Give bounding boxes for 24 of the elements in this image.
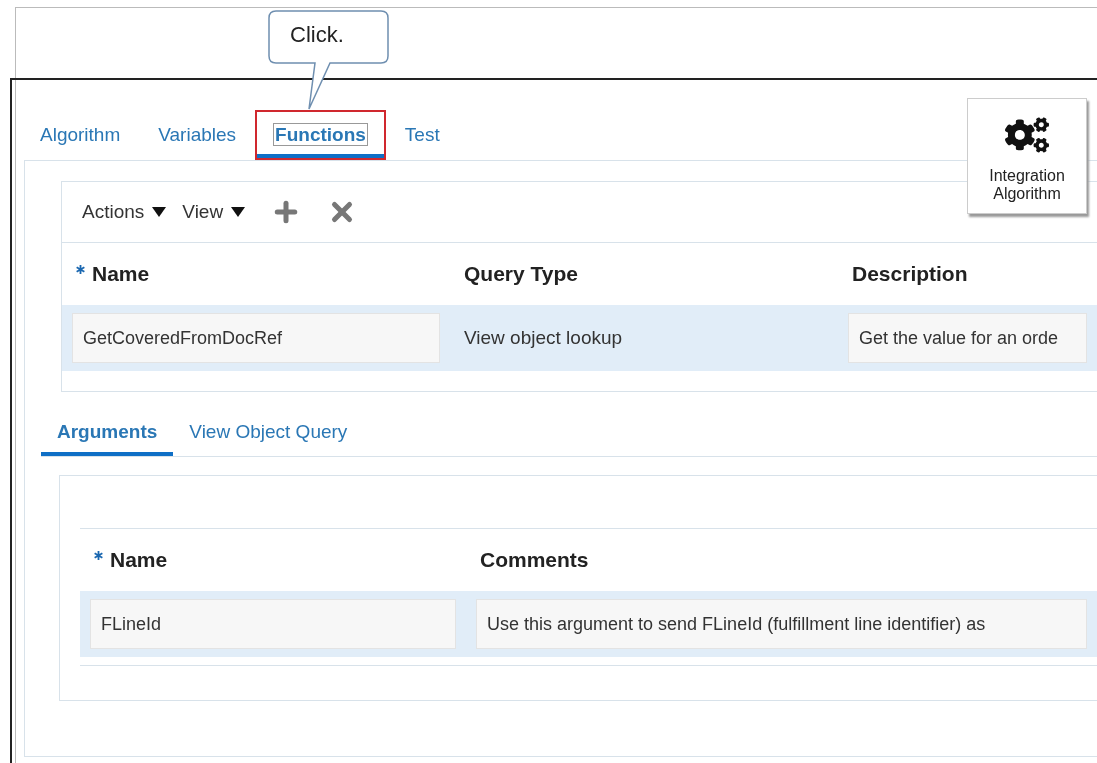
table-field[interactable]: Use this argument to send FLineId (fulfillment line identifier) as — [476, 599, 1087, 649]
tab[interactable]: Test — [385, 110, 459, 160]
tab[interactable]: Arguments — [41, 408, 174, 456]
column-header: Comments — [479, 548, 590, 572]
table-row[interactable]: FLineId Use this argument to send FLineId (fulfillment line identifier) as — [80, 591, 1097, 657]
table-field[interactable]: FLineId — [90, 599, 456, 649]
table-field[interactable]: GetCoveredFromDocRef — [72, 313, 440, 363]
column-header: Query Type — [463, 262, 579, 286]
menu-button[interactable]: View — [182, 201, 246, 223]
caret-icon — [152, 207, 167, 217]
caret-icon — [231, 207, 246, 217]
tab[interactable]: Variables — [139, 110, 256, 160]
menu-button[interactable]: Actions — [82, 201, 167, 223]
table-row[interactable]: GetCoveredFromDocRef View object lookup Get the value for an orde — [62, 305, 1097, 371]
integration-algorithm-button[interactable]: Integration Algorithm — [967, 98, 1087, 214]
column-header: Name — [62, 262, 450, 286]
column-header: Description — [851, 262, 969, 286]
table-field[interactable]: Get the value for an orde — [848, 313, 1087, 363]
callout-text: Click. — [290, 22, 344, 48]
tab[interactable]: Functions — [255, 110, 386, 160]
table-cell-text: View object lookup — [463, 327, 624, 349]
column-header: Name — [80, 548, 466, 572]
tab[interactable]: Algorithm — [24, 110, 140, 160]
tab[interactable]: View Object Query — [173, 408, 364, 456]
